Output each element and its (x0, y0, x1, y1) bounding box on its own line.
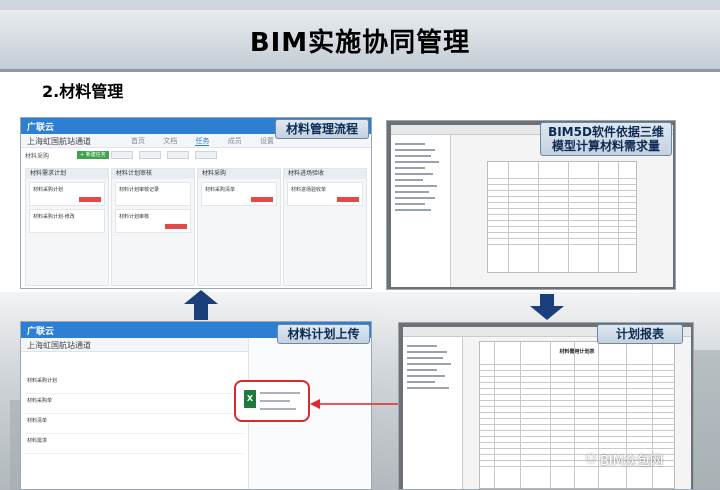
toolbar-button[interactable] (167, 151, 189, 159)
section-subtitle: 2.材料管理 (42, 82, 124, 101)
sheet-title: 材料需用计划表 (559, 349, 595, 355)
tab-home[interactable]: 首页 (131, 137, 145, 145)
column-header: 材料进场验收 (284, 169, 366, 179)
project-name: 上海虹国航站通道 (27, 341, 91, 350)
file-meta-line (260, 400, 290, 402)
callout-report: 计划报表 (597, 324, 683, 344)
status-badge (337, 197, 359, 202)
app-logo: 广联云 (27, 123, 55, 133)
item-title: 材料需求 (27, 438, 48, 444)
board-toolbar: 材料采购 + 新建任务 (21, 148, 371, 162)
toolbar-button[interactable] (139, 151, 161, 159)
column-header: 材料采购 (198, 169, 280, 179)
board-column: 材料进场验收 材料进场验收单 (283, 168, 367, 286)
project-name: 上海虹国航站通道 (27, 137, 91, 146)
file-name-line (260, 392, 300, 394)
item-title: 材料采购单 (27, 398, 53, 404)
status-badge (79, 197, 101, 202)
task-card[interactable]: 材料计划审核 (115, 209, 191, 233)
workflow-screenshot: 广联云 上海虹国航站通道 首页 文档 任务 成员 设置 材料采购 + 新建任务 … (20, 117, 372, 289)
file-meta-line (260, 408, 296, 410)
list-item[interactable]: 材料需求 (25, 434, 244, 454)
new-task-button[interactable]: + 新建任务 (77, 151, 109, 159)
slide-title: BIM实施协同管理 (249, 28, 471, 58)
task-card[interactable]: 材料采购清单 (201, 182, 277, 206)
card-title: 材料计划审核 (119, 214, 150, 220)
item-title: 材料清单 (27, 418, 48, 424)
column-header: 材料需求计划 (26, 169, 108, 179)
card-title: 材料采购计划-修改 (33, 214, 75, 220)
tab-docs[interactable]: 文档 (163, 137, 177, 145)
board-title: 材料采购 (25, 153, 50, 160)
header-strip (0, 0, 720, 10)
list-item[interactable]: 材料采购计划 (25, 374, 244, 394)
watermark: BIM众包网 (600, 454, 663, 469)
status-badge (165, 224, 187, 229)
arrow-down-icon (530, 294, 564, 320)
column-header: 材料计划审核 (112, 169, 194, 179)
document-list: 上海虹国航站通道 材料采购计划 材料采购单 材料清单 材料需求 (21, 338, 249, 489)
board-column: 材料需求计划 材料采购计划 材料采购计划-修改 (25, 168, 109, 286)
tab-tasks[interactable]: 任务 (195, 137, 210, 146)
board-column: 材料采购 材料采购清单 (197, 168, 281, 286)
app-project-bar: 上海虹国航站通道 (21, 338, 248, 352)
wechat-icon: ⚇ (585, 452, 597, 467)
card-title: 材料采购计划 (33, 187, 64, 193)
item-title: 材料采购计划 (27, 378, 58, 384)
tab-members[interactable]: 成员 (228, 137, 242, 145)
app-tabs: 首页 文档 任务 成员 设置 (131, 136, 290, 146)
task-card[interactable]: 材料采购计划-修改 (29, 209, 105, 233)
callout-workflow: 材料管理流程 (275, 119, 369, 139)
status-badge (251, 197, 273, 202)
card-title: 材料采购清单 (205, 187, 236, 193)
board-column: 材料计划审核 材料计划审核记录 材料计划审核 (111, 168, 195, 286)
tab-settings[interactable]: 设置 (260, 137, 274, 145)
tree-panel (403, 337, 463, 489)
task-card[interactable]: 材料计划审核记录 (115, 182, 191, 206)
toolbar-button[interactable] (195, 151, 217, 159)
task-card[interactable]: 材料进场验收单 (287, 182, 363, 206)
arrow-up-icon (184, 290, 218, 320)
card-title: 材料进场验收单 (291, 187, 327, 193)
toolbar-button[interactable] (111, 151, 133, 159)
callout-upload: 材料计划上传 (277, 324, 370, 344)
app-logo: 广联云 (27, 327, 55, 337)
excel-file-icon: X (244, 390, 256, 408)
card-title: 材料计划审核记录 (119, 187, 160, 193)
list-item[interactable]: 材料清单 (25, 414, 244, 434)
material-sheet (487, 161, 637, 273)
callout-bim5d: BIM5D软件依据三维模型计算材料需求量 (540, 122, 672, 156)
red-arrow-icon (310, 399, 404, 409)
uploaded-file[interactable]: X (234, 380, 310, 422)
task-card[interactable]: 材料采购计划 (29, 182, 105, 206)
tree-panel (391, 135, 451, 287)
list-item[interactable]: 材料采购单 (25, 394, 244, 414)
